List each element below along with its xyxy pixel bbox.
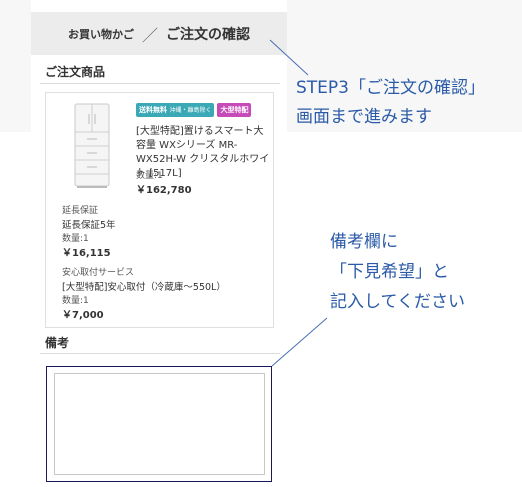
annotation-lines <box>269 39 328 367</box>
step-callout-line <box>269 39 309 76</box>
step-callout-line1: STEP3「ご注文の確認」 <box>296 78 485 98</box>
remarks-callout-line3: 記入してください <box>330 292 465 312</box>
remarks-callout-line <box>271 317 328 367</box>
remarks-callout-line2: 「下見希望」と <box>330 262 449 282</box>
step-callout-line2: 画面まで進みます <box>296 107 432 127</box>
remarks-callout-line1: 備考欄に <box>330 232 398 252</box>
